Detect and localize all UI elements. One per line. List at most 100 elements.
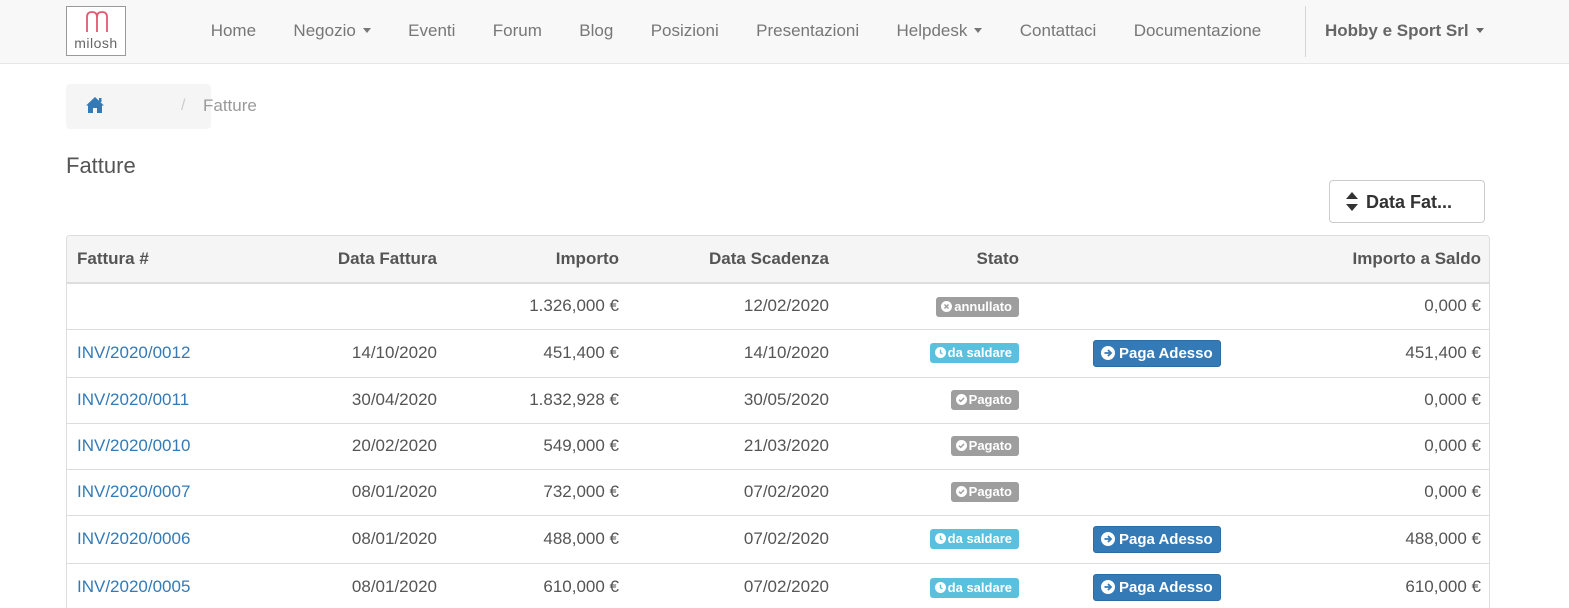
invoice-date	[252, 282, 447, 329]
balance-amount: 0,000 €	[1274, 282, 1489, 329]
breadcrumb: / Fatture	[66, 84, 257, 129]
clock-icon	[934, 347, 946, 359]
col-header-amount[interactable]: Importo	[447, 236, 629, 284]
col-header-status[interactable]: Stato	[839, 236, 1029, 284]
user-menu[interactable]: Hobby e Sport Srl	[1325, 0, 1484, 63]
action-cell: Paga Adesso	[1029, 514, 1274, 563]
pay-now-button[interactable]: Paga Adesso	[1093, 573, 1221, 601]
table-row: INV/2020/0010 20/02/2020 549,000 €21/03/20…	[67, 422, 1489, 469]
col-header-due-date[interactable]: Data Scadenza	[629, 236, 839, 284]
table-row: INV/2020/0012 14/10/2020 451,400 €14/10/20…	[67, 328, 1489, 377]
status-label: Pagato	[968, 484, 1012, 500]
invoice-number[interactable]: INV/2020/0010	[67, 422, 252, 469]
invoice-number[interactable]: INV/2020/0012	[67, 328, 252, 377]
status-label: annullato	[954, 298, 1012, 314]
due-date: 07/02/2020	[629, 562, 839, 608]
status-badge: da saldare	[929, 529, 1019, 550]
invoice-number[interactable]: INV/2020/0005	[67, 562, 252, 608]
nav-item-presentazioni[interactable]: Presentazioni	[737, 0, 877, 63]
status-cell: Pagato	[839, 468, 1029, 515]
col-header-action	[1029, 236, 1274, 284]
table-header-row: Fattura # Data Fattura Importo Data Scad…	[67, 236, 1489, 284]
action-cell: Paga Adesso	[1029, 562, 1274, 608]
col-header-balance[interactable]: Importo a Saldo	[1274, 236, 1489, 284]
due-date: 12/02/2020	[629, 282, 839, 329]
invoice-amount: 451,400 €	[447, 328, 629, 377]
balance-amount: 0,000 €	[1274, 468, 1489, 515]
status-label: da saldare	[947, 579, 1012, 595]
due-date: 07/02/2020	[629, 468, 839, 515]
status-badge: annullato	[936, 296, 1019, 317]
status-label: Pagato	[968, 392, 1012, 408]
col-header-invoice-date[interactable]: Data Fattura	[252, 236, 447, 284]
invoice-date: 14/10/2020	[252, 328, 447, 377]
nav-item-eventi[interactable]: Eventi	[389, 0, 474, 63]
status-badge: Pagato	[950, 482, 1019, 503]
nav-item-label: Blog	[579, 21, 614, 40]
nav-item-helpdesk[interactable]: Helpdesk	[878, 0, 1001, 63]
nav-item-posizioni[interactable]: Posizioni	[632, 0, 737, 63]
table-row: INV/2020/0005 08/01/2020 610,000 €07/02/20…	[67, 562, 1489, 608]
invoice-date: 08/01/2020	[252, 514, 447, 563]
status-label: da saldare	[947, 345, 1012, 361]
invoice-amount: 1.326,000 €	[447, 282, 629, 329]
status-badge: Pagato	[950, 436, 1019, 457]
nav-item-documentazione[interactable]: Documentazione	[1115, 0, 1280, 63]
chevron-down-icon	[1475, 28, 1484, 33]
breadcrumb-separator: /	[181, 97, 186, 114]
invoice-amount: 732,000 €	[447, 468, 629, 515]
nav-item-label: Negozio	[293, 21, 356, 40]
nav-item-forum[interactable]: Forum	[474, 0, 561, 63]
main-nav: Home Negozio Eventi Forum Blog Posizioni Prese…	[192, 0, 1280, 63]
col-header-invoice[interactable]: Fattura #	[67, 236, 252, 284]
pay-now-button[interactable]: Paga Adesso	[1093, 525, 1221, 553]
nav-item-label: Eventi	[408, 21, 456, 40]
check-circle-icon	[955, 440, 967, 452]
invoice-amount: 1.832,928 €	[447, 376, 629, 423]
table-row: 1.326,000 €12/02/2020 annullato 0,000 €	[67, 282, 1489, 329]
nav-item-label: Posizioni	[650, 21, 719, 40]
due-date: 07/02/2020	[629, 514, 839, 563]
nav-item-home[interactable]: Home	[192, 0, 275, 63]
check-circle-icon	[955, 394, 967, 406]
invoice-date: 20/02/2020	[252, 422, 447, 469]
sort-button[interactable]: Data Fat...	[1329, 180, 1485, 223]
nav-item-blog[interactable]: Blog	[561, 0, 632, 63]
table-row: INV/2020/0011 30/04/2020 1.832,928 €30/05/…	[67, 376, 1489, 423]
invoice-number[interactable]: INV/2020/0011	[67, 376, 252, 423]
status-cell: Pagato	[839, 422, 1029, 469]
balance-amount: 488,000 €	[1274, 514, 1489, 563]
due-date: 21/03/2020	[629, 422, 839, 469]
pay-now-label: Paga Adesso	[1119, 578, 1213, 596]
chevron-down-icon	[362, 28, 371, 33]
status-badge: Pagato	[950, 390, 1019, 411]
nav-divider	[1305, 6, 1306, 57]
invoice-date: 08/01/2020	[252, 562, 447, 608]
nav-item-label: Home	[210, 21, 257, 40]
brand-logo[interactable]: milosh	[66, 6, 126, 56]
status-label: da saldare	[947, 531, 1012, 547]
status-cell: da saldare	[839, 562, 1029, 608]
nav-item-negozio[interactable]: Negozio	[275, 0, 390, 63]
status-cell: annullato	[839, 282, 1029, 329]
action-cell	[1029, 422, 1274, 469]
clock-icon	[934, 533, 946, 545]
pay-now-label: Paga Adesso	[1119, 530, 1213, 548]
balance-amount: 610,000 €	[1274, 562, 1489, 608]
invoice-number[interactable]: INV/2020/0007	[67, 468, 252, 515]
user-menu-label: Hobby e Sport Srl	[1325, 21, 1469, 40]
balance-amount: 0,000 €	[1274, 422, 1489, 469]
invoice-number[interactable]: INV/2020/0006	[67, 514, 252, 563]
balance-amount: 0,000 €	[1274, 376, 1489, 423]
table-row: INV/2020/0007 08/01/2020 732,000 €07/02/20…	[67, 468, 1489, 515]
invoice-number	[67, 282, 252, 329]
action-cell: Paga Adesso	[1029, 328, 1274, 377]
sort-button-label: Data Fat...	[1366, 192, 1453, 212]
arrow-circle-right-icon	[1101, 579, 1115, 594]
nav-item-contattaci[interactable]: Contattaci	[1001, 0, 1115, 63]
invoice-amount: 610,000 €	[447, 562, 629, 608]
action-cell	[1029, 376, 1274, 423]
pay-now-button[interactable]: Paga Adesso	[1093, 339, 1221, 367]
nav-item-label: Contattaci	[1019, 21, 1097, 40]
home-icon[interactable]	[85, 96, 105, 114]
